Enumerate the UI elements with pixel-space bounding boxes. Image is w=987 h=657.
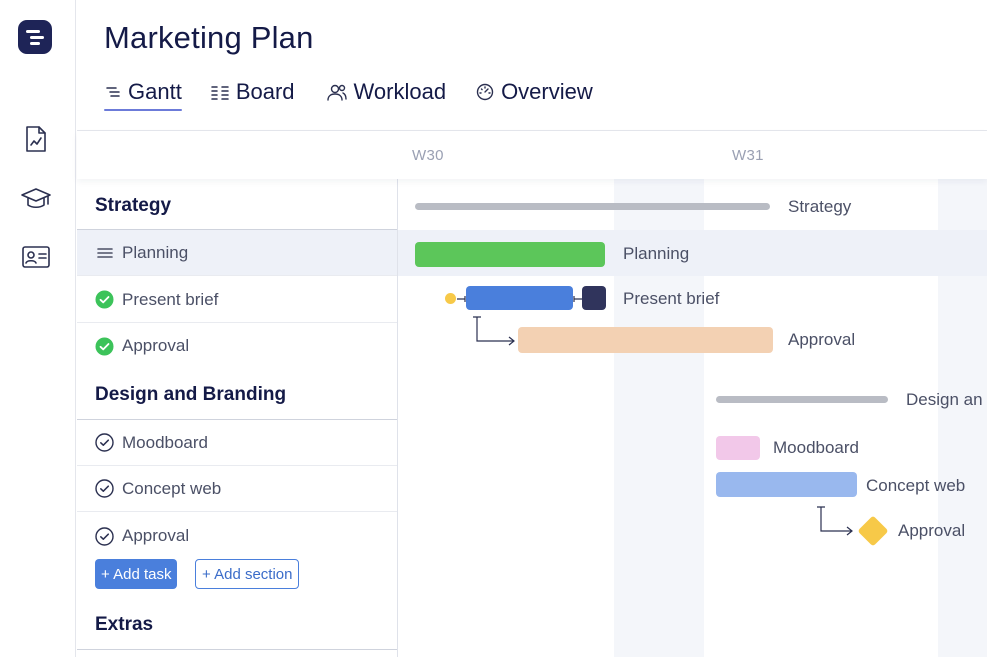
bar-label: Moodboard <box>773 438 860 457</box>
board-icon <box>210 84 230 100</box>
approval-bar[interactable] <box>518 327 773 353</box>
week-label: W31 <box>732 147 764 164</box>
section-title: Extras <box>95 614 154 635</box>
tab-overview-label: Overview <box>501 79 593 104</box>
check-circle-icon[interactable] <box>95 479 114 498</box>
check-done-icon[interactable] <box>95 290 114 309</box>
task-label: Approval <box>122 336 190 355</box>
divider <box>77 649 397 650</box>
tab-overview[interactable]: Overview <box>475 76 593 108</box>
timeline-header: W30 W31 <box>77 131 987 179</box>
tab-board-label: Board <box>235 79 295 104</box>
dashboard-icon <box>475 82 495 102</box>
moodboard-bar[interactable] <box>716 436 760 460</box>
view-tabs: Gantt Board Workload Overview <box>104 76 593 112</box>
gantt-chart: Strategy Planning Present brief Approval… <box>398 179 987 657</box>
check-done-icon[interactable] <box>95 337 114 356</box>
bar-end-handle[interactable] <box>582 286 606 310</box>
milestone-diamond[interactable] <box>857 515 889 547</box>
concept-web-bar[interactable] <box>716 472 857 497</box>
section-title: Strategy <box>95 195 172 216</box>
check-circle-icon[interactable] <box>95 526 114 546</box>
dependency-dot[interactable] <box>445 293 456 304</box>
task-label: Approval <box>122 526 190 545</box>
task-label: Moodboard <box>122 432 209 452</box>
task-label: Planning <box>122 242 189 262</box>
task-label: Concept web <box>122 478 222 498</box>
add-section-button[interactable]: + Add section <box>195 559 300 589</box>
task-label: Present brief <box>122 289 219 309</box>
bar-label: Present brief <box>623 289 720 308</box>
contact-card-icon[interactable] <box>20 241 52 273</box>
task-row-approval[interactable]: Approval <box>77 323 397 369</box>
planning-bar[interactable] <box>415 242 605 267</box>
page-title: Marketing Plan <box>104 20 314 55</box>
add-task-button[interactable]: + Add task <box>95 559 178 589</box>
bar-label: Planning <box>623 244 690 263</box>
gantt-icon <box>104 85 122 99</box>
week-label: W30 <box>412 147 444 164</box>
task-row-concept-web[interactable]: Concept web <box>77 466 397 512</box>
task-row-approval-2[interactable]: Approval <box>77 513 397 559</box>
bar-label: Concept web <box>866 476 966 495</box>
strategy-summary-bar[interactable] <box>415 203 770 210</box>
dependency-arrow <box>817 506 853 536</box>
gantt-view: W30 W31 Strategy Planning Present brief … <box>77 130 987 657</box>
present-brief-bar[interactable] <box>466 286 573 310</box>
section-title: Design and Branding <box>95 384 287 405</box>
bar-label: Strategy <box>788 197 852 216</box>
drag-handle-icon[interactable] <box>95 243 114 262</box>
task-row-planning[interactable]: Planning <box>77 230 397 276</box>
people-icon <box>326 83 348 101</box>
dependency-arrow <box>473 316 515 346</box>
tab-workload[interactable]: Workload <box>326 76 447 108</box>
tab-workload-label: Workload <box>353 79 447 104</box>
design-summary-bar[interactable] <box>716 396 888 403</box>
tab-board[interactable]: Board <box>210 76 295 108</box>
task-list: Strategy Planning Present brief Approval… <box>77 179 398 657</box>
task-row-present-brief[interactable]: Present brief <box>77 277 397 323</box>
bar-label: Approval <box>898 521 966 540</box>
tab-gantt-label: Gantt <box>128 79 182 104</box>
report-icon[interactable] <box>20 123 52 155</box>
left-rail <box>0 0 76 657</box>
graduation-cap-icon[interactable] <box>20 183 52 215</box>
check-circle-icon[interactable] <box>95 433 114 452</box>
bar-label: Approval <box>788 330 856 349</box>
app-logo[interactable] <box>18 20 52 54</box>
task-row-moodboard[interactable]: Moodboard <box>77 420 397 466</box>
bar-label: Design an <box>906 390 983 409</box>
tab-gantt[interactable]: Gantt <box>104 76 182 111</box>
